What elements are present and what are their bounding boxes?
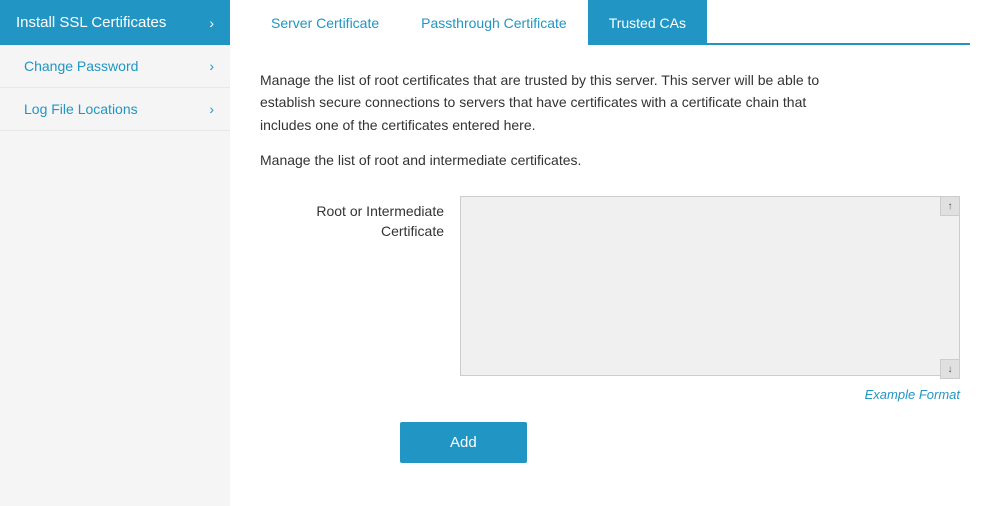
tab-server-certificate[interactable]: Server Certificate [250, 0, 400, 45]
add-button-row: Add [260, 422, 960, 463]
sidebar-item-change-password-label: Change Password [24, 58, 138, 74]
sidebar-item-log-file-locations[interactable]: Log File Locations › [0, 88, 230, 131]
chevron-right-icon: › [209, 15, 214, 31]
sidebar-item-change-password[interactable]: Change Password › [0, 45, 230, 88]
chevron-right-icon: › [209, 58, 214, 74]
sidebar: Install SSL Certificates › Change Passwo… [0, 0, 230, 506]
content-area: Manage the list of root certificates tha… [250, 69, 970, 463]
sidebar-item-install-ssl[interactable]: Install SSL Certificates › [0, 0, 230, 45]
sidebar-item-log-file-locations-label: Log File Locations [24, 101, 138, 117]
certificate-textarea[interactable] [460, 196, 960, 376]
certificate-form-row: Root or Intermediate Certificate ↑ ↓ [260, 196, 960, 379]
certificate-field-label: Root or Intermediate Certificate [260, 196, 460, 241]
scroll-down-button[interactable]: ↓ [940, 359, 960, 379]
example-format-link[interactable]: Example Format [865, 387, 960, 402]
main-content: Server Certificate Passthrough Certifica… [230, 0, 990, 506]
description-text-2: Manage the list of root and intermediate… [260, 152, 960, 168]
tab-bar: Server Certificate Passthrough Certifica… [250, 0, 970, 45]
chevron-right-icon: › [209, 101, 214, 117]
add-button[interactable]: Add [400, 422, 527, 463]
sidebar-item-install-ssl-label: Install SSL Certificates [16, 14, 166, 31]
scroll-up-button[interactable]: ↑ [940, 196, 960, 216]
tab-trusted-cas[interactable]: Trusted CAs [588, 0, 707, 45]
description-text-1: Manage the list of root certificates tha… [260, 69, 860, 136]
example-format-row: Example Format [260, 387, 960, 402]
certificate-textarea-wrapper: ↑ ↓ [460, 196, 960, 379]
tab-passthrough-certificate[interactable]: Passthrough Certificate [400, 0, 588, 45]
